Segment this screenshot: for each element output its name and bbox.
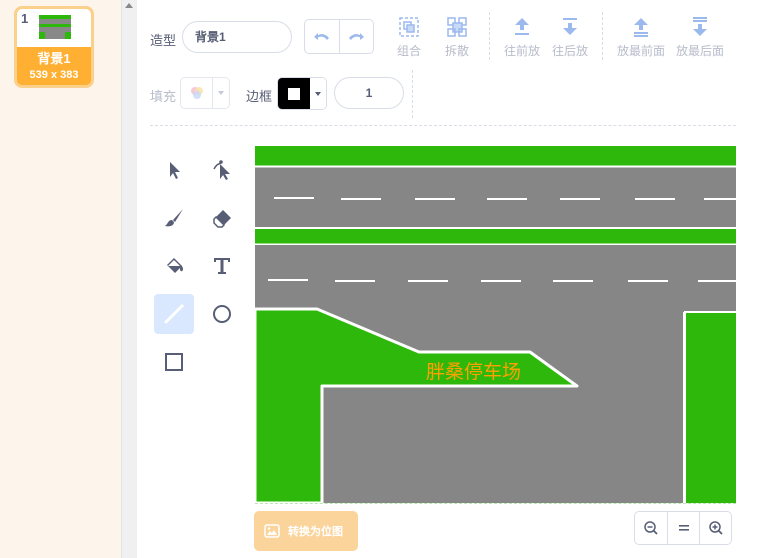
costume-size: 539 x 383: [29, 69, 79, 81]
costume-list-scrollbar[interactable]: [121, 0, 137, 558]
redo-icon: [349, 32, 365, 40]
forward-label: 往前放: [503, 44, 540, 58]
canvas-border: [255, 503, 736, 504]
zoom-out-button[interactable]: [635, 512, 667, 544]
circle-icon: [213, 305, 231, 323]
brush-icon: [165, 209, 183, 227]
bring-to-front-icon: [634, 18, 648, 37]
rectangle-tool[interactable]: [154, 342, 194, 382]
costume-list: 1 背景1 539 x 383: [0, 0, 121, 558]
zoom-in-button[interactable]: [699, 512, 731, 544]
backdrop-drawing: 胖桑停车场: [255, 146, 736, 503]
brush-tool[interactable]: [154, 198, 194, 238]
arrow-up-icon: [515, 18, 529, 35]
toolbar-separator: [602, 12, 603, 60]
equals-icon: [678, 525, 689, 531]
zoom-in-icon: [708, 521, 723, 535]
fill-dropdown-arrow: [212, 78, 229, 108]
outline-color-picker[interactable]: [277, 77, 327, 110]
backward-button[interactable]: 往后放: [546, 16, 594, 59]
zoom-reset-button[interactable]: [667, 512, 699, 544]
lane-markings-upper: [274, 197, 736, 200]
rectangle-icon: [165, 353, 183, 371]
eraser-icon: [213, 210, 231, 228]
grass-block-right: [684, 312, 736, 503]
convert-to-bitmap-label: 转换为位图: [288, 526, 343, 538]
send-to-back-label: 放最后面: [675, 44, 724, 58]
costume-index: 1: [21, 11, 29, 26]
fill-label: 填充: [150, 89, 177, 104]
arrow-down-icon: [563, 18, 577, 35]
costume-card-selected[interactable]: 1 背景1 539 x 383: [14, 6, 94, 88]
ungroup-button[interactable]: 拆散: [433, 16, 481, 59]
image-icon: [264, 524, 280, 538]
fill-color-swatch: [181, 78, 212, 108]
select-tool[interactable]: [154, 150, 194, 190]
send-to-back-button[interactable]: 放最后面: [676, 16, 724, 59]
grass-strip-top: [255, 146, 736, 166]
chevron-down-icon: [315, 91, 322, 96]
bring-to-front-button[interactable]: 放最前面: [617, 16, 665, 59]
ungroup-label: 拆散: [444, 44, 469, 58]
costume-name: 背景1: [37, 51, 71, 66]
backward-label: 往后放: [551, 44, 588, 58]
outline-color-swatch: [278, 78, 311, 109]
eraser-tool[interactable]: [202, 198, 242, 238]
toolbar-separator: [412, 70, 413, 118]
toolbar-divider: [150, 125, 736, 126]
redo-button[interactable]: [338, 20, 373, 53]
reshape-icon: [213, 160, 230, 180]
line-icon: [164, 304, 184, 324]
text-tool[interactable]: [202, 246, 242, 286]
costume-thumbnail-area: 1: [17, 9, 91, 47]
text-t-icon: [214, 258, 230, 274]
undo-redo-group: [304, 19, 374, 54]
circle-tool[interactable]: [202, 294, 242, 334]
chevron-down-icon: [218, 91, 225, 95]
outline-label: 边框: [246, 89, 273, 104]
grass-strip-middle: [255, 229, 736, 244]
scroll-up-arrow-icon[interactable]: [125, 3, 133, 8]
undo-icon: [313, 32, 329, 40]
lane-markings-lower: [268, 279, 736, 282]
paint-bucket-icon: [167, 258, 183, 273]
road-upper: [255, 167, 736, 228]
toolbar-separator: [489, 12, 490, 60]
group-label: 组合: [396, 44, 421, 58]
group-icon: [399, 17, 419, 37]
paint-editor: 1 背景1 539 x 383 造型 背景1 组合 拆散 往前放 往后放 放最前…: [0, 0, 773, 558]
send-to-back-icon: [693, 17, 707, 36]
line-tool[interactable]: [154, 294, 194, 334]
undo-button[interactable]: [305, 20, 339, 53]
reshape-tool[interactable]: [202, 150, 242, 190]
outline-width-input[interactable]: 1: [334, 77, 404, 109]
costume-name-label: 造型: [150, 33, 177, 48]
parking-lot-label: 胖桑停车场: [426, 361, 521, 383]
outline-dropdown-arrow: [310, 78, 326, 109]
select-arrow-icon: [170, 162, 180, 179]
forward-button[interactable]: 往前放: [498, 16, 546, 59]
zoom-out-icon: [644, 521, 658, 535]
ungroup-icon: [447, 17, 467, 37]
zoom-controls: [634, 511, 732, 545]
bring-to-front-label: 放最前面: [616, 44, 665, 58]
group-button[interactable]: 组合: [385, 16, 433, 59]
paint-canvas[interactable]: 胖桑停车场: [255, 146, 736, 503]
costume-name-input[interactable]: 背景1: [182, 21, 292, 53]
costume-thumbnail: [39, 15, 71, 39]
fill-tool[interactable]: [154, 246, 194, 286]
fill-color-picker[interactable]: [180, 77, 230, 109]
color-palette-icon: [190, 87, 203, 99]
convert-to-bitmap-button[interactable]: 转换为位图: [254, 511, 358, 551]
